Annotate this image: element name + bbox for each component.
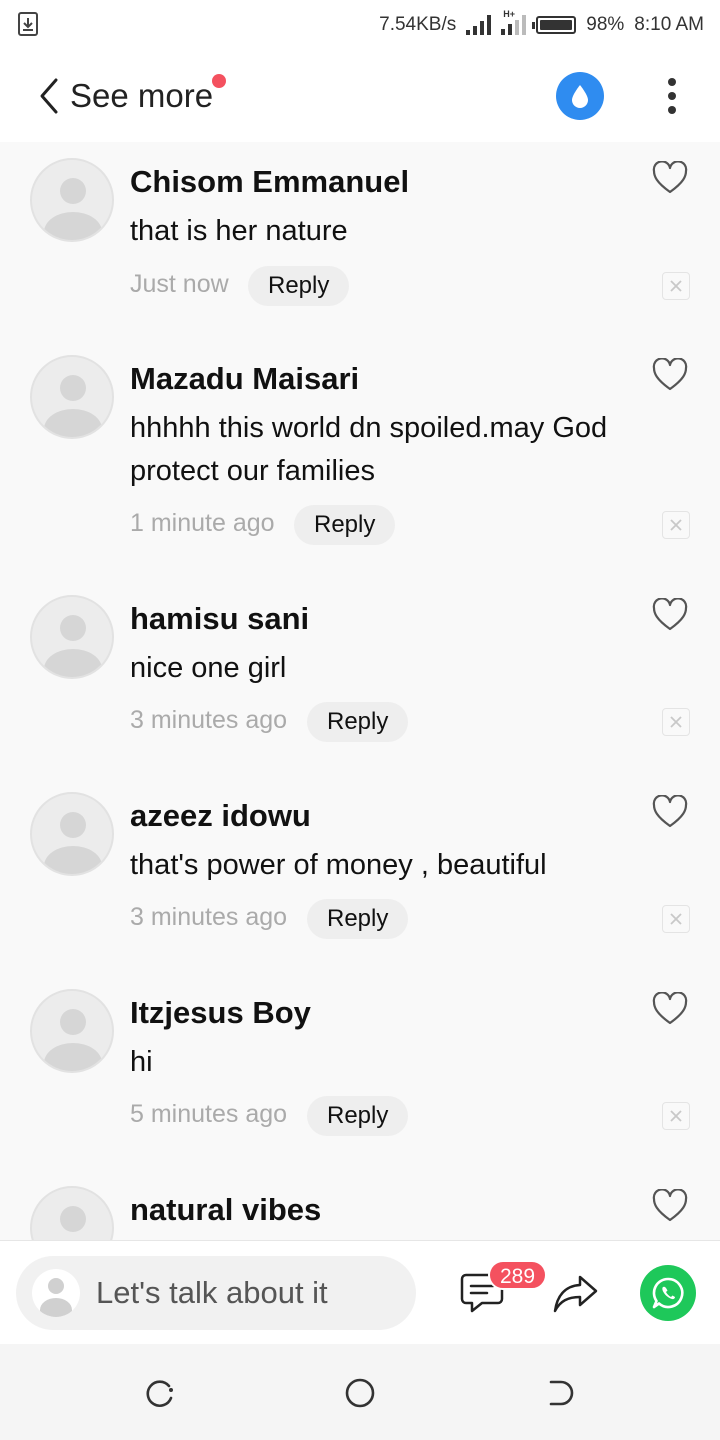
whatsapp-icon xyxy=(652,1277,684,1309)
comment-input-placeholder: Let's talk about it xyxy=(96,1275,328,1310)
download-notification-icon xyxy=(18,12,38,36)
comment-author[interactable]: Itzjesus Boy xyxy=(130,995,311,1031)
back-icon[interactable] xyxy=(543,1376,577,1410)
heart-icon[interactable] xyxy=(652,992,688,1026)
header: See more xyxy=(0,50,720,142)
close-icon[interactable] xyxy=(662,511,690,539)
close-icon[interactable] xyxy=(662,1102,690,1130)
network-speed: 7.54KB/s xyxy=(379,14,457,35)
heart-icon[interactable] xyxy=(652,598,688,632)
reply-button[interactable]: Reply xyxy=(307,899,409,939)
avatar xyxy=(32,1269,80,1317)
close-icon[interactable] xyxy=(662,905,690,933)
comment-input[interactable]: Let's talk about it xyxy=(16,1256,416,1330)
water-drop-icon xyxy=(572,85,588,108)
comment-author[interactable]: Mazadu Maisari xyxy=(130,361,359,397)
reply-button[interactable]: Reply xyxy=(294,505,396,545)
status-indicators: 7.54KB/s H+ 98% 8:10 AM xyxy=(379,9,704,38)
comment-text: hi xyxy=(130,1046,153,1078)
close-icon[interactable] xyxy=(662,708,690,736)
comment-count-badge: 289 xyxy=(488,1260,548,1290)
comment-author[interactable]: natural vibes xyxy=(130,1192,321,1228)
comment-time: 1 minute ago xyxy=(130,509,275,537)
battery-icon xyxy=(532,16,577,34)
comment-text: hhhhh this world dn spoiled.may God prot… xyxy=(130,412,608,487)
avatar[interactable] xyxy=(30,595,114,679)
close-icon[interactable] xyxy=(662,272,690,300)
water-drop-button[interactable] xyxy=(556,72,604,120)
comment-text: nice one girl xyxy=(130,652,287,684)
see-more-button[interactable]: See more xyxy=(70,77,213,115)
comment-text: that is her nature xyxy=(130,215,348,247)
bottom-bar: Let's talk about it 289 xyxy=(0,1240,720,1344)
whatsapp-share-button[interactable] xyxy=(640,1265,696,1321)
comment-author[interactable]: azeez idowu xyxy=(130,798,311,834)
comments-list[interactable]: Chisom Emmanuel that is her nature Just … xyxy=(0,142,720,1240)
recent-apps-icon[interactable] xyxy=(143,1376,177,1410)
comment-author[interactable]: Chisom Emmanuel xyxy=(130,164,409,200)
avatar[interactable] xyxy=(30,1186,114,1240)
reply-button[interactable]: Reply xyxy=(307,1096,409,1136)
comment-text: that's power of money , beautiful xyxy=(130,849,547,881)
comment-time: Just now xyxy=(130,270,229,298)
notification-dot xyxy=(212,74,226,88)
heart-icon[interactable] xyxy=(652,795,688,829)
clock: 8:10 AM xyxy=(634,14,704,35)
system-nav-bar xyxy=(0,1344,720,1440)
signal-2-icon: H+ xyxy=(501,9,527,35)
home-icon[interactable] xyxy=(343,1376,377,1410)
chevron-left-icon[interactable] xyxy=(34,76,64,116)
heart-icon[interactable] xyxy=(652,358,688,392)
avatar[interactable] xyxy=(30,355,114,439)
share-icon[interactable] xyxy=(552,1271,600,1315)
comment-time: 3 minutes ago xyxy=(130,706,288,734)
more-vertical-icon[interactable] xyxy=(660,76,684,116)
battery-percent: 98% xyxy=(586,14,625,35)
comment-time: 3 minutes ago xyxy=(130,903,288,931)
status-bar: 7.54KB/s H+ 98% 8:10 AM xyxy=(0,0,720,50)
avatar[interactable] xyxy=(30,792,114,876)
reply-button[interactable]: Reply xyxy=(248,266,350,306)
heart-icon[interactable] xyxy=(652,161,688,195)
reply-button[interactable]: Reply xyxy=(307,702,409,742)
heart-icon[interactable] xyxy=(652,1189,688,1223)
signal-icon xyxy=(466,15,492,35)
avatar[interactable] xyxy=(30,158,114,242)
comment-author[interactable]: hamisu sani xyxy=(130,601,309,637)
comment-time: 5 minutes ago xyxy=(130,1100,288,1128)
network-type-label: H+ xyxy=(503,9,516,19)
avatar[interactable] xyxy=(30,989,114,1073)
